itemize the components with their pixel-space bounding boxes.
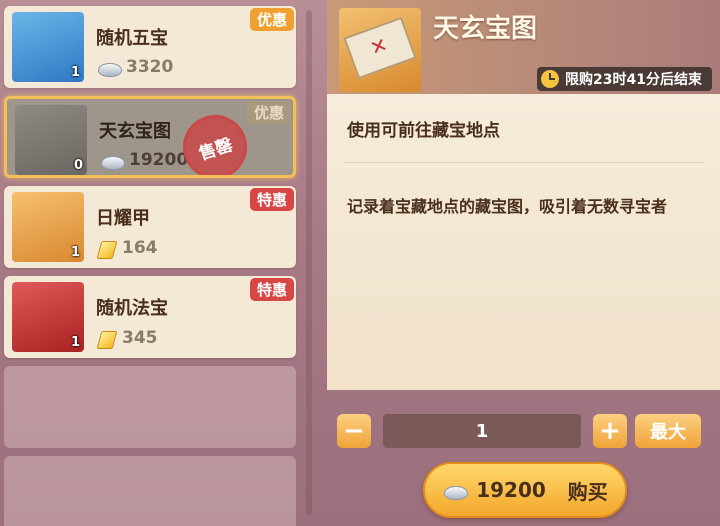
item-name: 随机五宝	[96, 28, 168, 49]
divider	[343, 162, 704, 163]
list-scrollbar[interactable]	[306, 10, 312, 516]
sun-armor-icon: 1	[12, 192, 84, 262]
limited-time-timer: 限购23时41分后结束	[537, 67, 712, 91]
magic-treasure-icon: 1	[12, 282, 84, 352]
description-text: 记录着宝藏地点的藏宝图，吸引着无数寻宝者	[347, 197, 668, 216]
shop-item-card[interactable]: 1 随机五宝 3320 优惠	[4, 6, 296, 88]
buy-button[interactable]: 19200 购买	[423, 462, 627, 518]
special-offer-badge: 特惠	[249, 188, 294, 211]
gold-ingot-icon	[96, 237, 118, 259]
item-name: 随机法宝	[96, 298, 168, 319]
discount-badge: 优惠	[249, 8, 294, 31]
decrease-button[interactable]: −	[337, 414, 371, 448]
silver-ingot-icon	[96, 58, 122, 77]
item-qty: 1	[70, 65, 80, 80]
shop-item-card[interactable]: 1 日耀甲 164 特惠	[4, 186, 296, 268]
item-qty: 1	[70, 335, 80, 350]
detail-title: 天玄宝图	[433, 14, 538, 44]
scroll-art	[343, 16, 417, 80]
item-price-value: 3320	[126, 57, 174, 77]
item-price: 19200	[99, 150, 188, 170]
treasure-map-icon: 0	[15, 105, 87, 175]
treasure-map-icon	[339, 8, 421, 92]
silver-ingot-icon	[99, 151, 125, 170]
item-name: 日耀甲	[96, 208, 150, 229]
shop-item-card-selected[interactable]: 0 天玄宝图 19200 优惠 售罄	[4, 96, 296, 178]
quantity-stepper: − 1 + 最大	[337, 414, 713, 448]
item-price: 3320	[96, 57, 173, 77]
five-treasures-icon: 1	[12, 12, 84, 82]
silver-ingot-icon	[442, 481, 469, 500]
empty-slot	[4, 456, 296, 526]
timer-text: 限购23时41分后结束	[565, 72, 702, 88]
empty-slot	[4, 366, 296, 448]
shop-item-card[interactable]: 1 随机法宝 345 特惠	[4, 276, 296, 358]
item-name: 天玄宝图	[99, 121, 171, 142]
quantity-input[interactable]: 1	[383, 414, 581, 448]
item-price: 164	[96, 237, 158, 259]
clock-icon	[541, 70, 560, 88]
gold-ingot-icon	[96, 327, 118, 349]
usage-text: 使用可前往藏宝地点	[347, 121, 500, 141]
item-qty: 0	[73, 158, 83, 173]
shop-item-list: 1 随机五宝 3320 优惠 0 天玄宝图 19200 优惠 售罄 1 日耀甲 …	[0, 0, 300, 526]
item-price: 345	[96, 327, 158, 349]
item-price-value: 19200	[129, 150, 189, 170]
item-qty: 1	[70, 245, 80, 260]
max-button[interactable]: 最大	[635, 414, 701, 448]
special-offer-badge: 特惠	[249, 278, 294, 301]
discount-badge: 优惠	[246, 101, 291, 124]
buy-label: 购买	[567, 479, 608, 504]
item-price-value: 164	[122, 238, 158, 258]
item-detail-panel: 天玄宝图 限购23时41分后结束 使用可前往藏宝地点 记录着宝藏地点的藏宝图，吸…	[327, 0, 720, 526]
detail-header: 天玄宝图 限购23时41分后结束	[327, 0, 720, 94]
description-box: 使用可前往藏宝地点 记录着宝藏地点的藏宝图，吸引着无数寻宝者	[327, 94, 720, 390]
increase-button[interactable]: +	[593, 414, 627, 448]
buy-price: 19200	[476, 478, 546, 502]
item-price-value: 345	[122, 328, 158, 348]
